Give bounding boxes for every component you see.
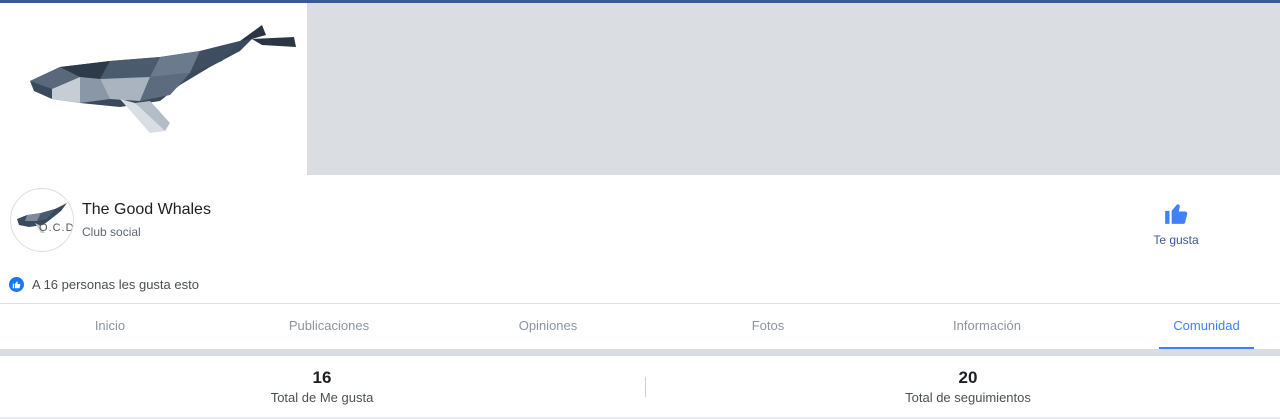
cover-photo[interactable] [307,3,1280,175]
total-likes-label: Total de Me gusta [270,390,374,405]
page-tabs: Inicio Publicaciones Opiniones Fotos Inf… [0,304,1280,349]
page-category[interactable]: Club social [82,225,141,239]
likes-summary[interactable]: A 16 personas les gusta esto [9,277,199,292]
page-avatar[interactable]: O.C.D [10,188,74,252]
likes-summary-text: A 16 personas les gusta esto [32,277,199,292]
tab-opiniones[interactable]: Opiniones [498,304,598,349]
section-separator [0,349,1280,356]
avatar-logo-text: O.C.D [39,222,74,234]
thumbs-up-icon [1165,204,1188,224]
total-follows-value: 20 [958,368,978,387]
total-likes-value: 16 [312,368,332,387]
tab-comunidad[interactable]: Comunidad [1159,304,1254,349]
total-likes-stat: 16 Total de Me gusta [222,368,422,407]
tab-inicio[interactable]: Inicio [60,304,160,349]
tab-fotos[interactable]: Fotos [718,304,818,349]
cover-logo-image[interactable] [0,3,306,175]
tab-publicaciones[interactable]: Publicaciones [269,304,389,349]
like-button-label: Te gusta [1153,233,1199,247]
stats-divider [645,377,646,397]
tab-informacion[interactable]: Información [937,304,1037,349]
whale-avatar-icon [17,203,67,233]
total-follows-label: Total de seguimientos [905,390,1031,405]
like-badge-icon [9,277,24,292]
whale-logo-icon [30,25,296,133]
total-follows-stat: 20 Total de seguimientos [868,368,1068,407]
page-title[interactable]: The Good Whales [82,201,211,219]
like-button[interactable]: Te gusta [1145,200,1207,250]
